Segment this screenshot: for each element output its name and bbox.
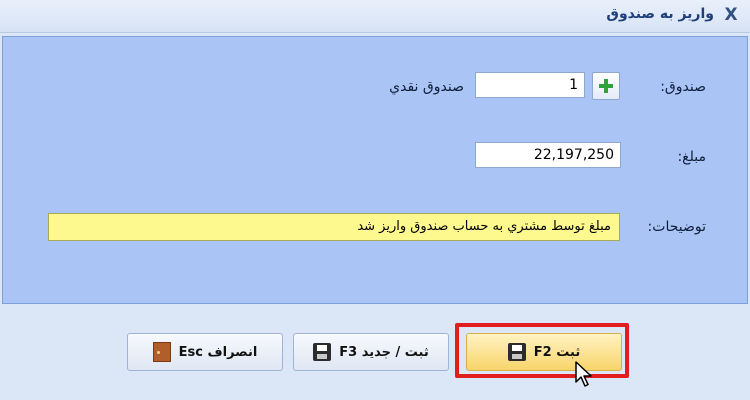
fund-name: صندوق نقدي	[389, 79, 464, 95]
title-bar: واریز به صندوق X	[0, 0, 750, 33]
save-new-button-label: ثبت / جدید F3	[339, 344, 429, 360]
window-title: واریز به صندوق	[606, 6, 714, 22]
cancel-button-label: انصراف Esc	[178, 344, 258, 360]
highlight-box	[455, 323, 629, 378]
cancel-button[interactable]: انصراف Esc	[127, 333, 283, 371]
amount-input[interactable]: 22,197,250	[475, 142, 621, 168]
save-new-button[interactable]: ثبت / جدید F3	[293, 333, 449, 371]
door-icon	[152, 342, 171, 362]
deposit-dialog: واریز به صندوق X صندوق: 1 صندوق نقدي مبل…	[0, 0, 750, 400]
form-panel	[2, 36, 748, 304]
description-input[interactable]: مبلغ توسط مشتري به حساب صندوق واريز شد	[48, 213, 620, 241]
fund-label: صندوق:	[660, 79, 706, 95]
fund-code-input[interactable]: 1	[475, 72, 585, 98]
close-button[interactable]: X	[720, 4, 742, 26]
add-fund-button[interactable]	[592, 72, 620, 100]
mouse-cursor-icon	[575, 361, 592, 387]
description-label: توضیحات:	[647, 219, 706, 235]
floppy-icon	[313, 343, 332, 361]
plus-icon-vertical	[604, 79, 608, 93]
amount-label: مبلغ:	[677, 149, 706, 165]
